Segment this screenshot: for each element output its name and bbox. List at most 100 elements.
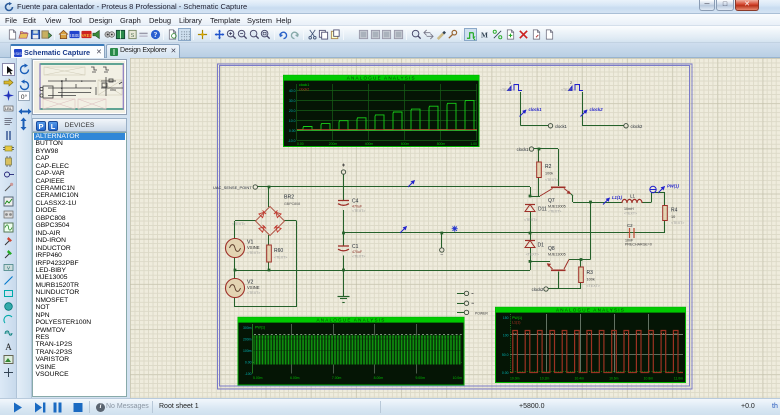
svg-text:<TEXT>: <TEXT>: [671, 221, 684, 225]
svg-text:MJE13005: MJE13005: [548, 205, 566, 209]
svg-text:20.0: 20.0: [289, 109, 296, 113]
svg-text:10.0: 10.0: [289, 119, 296, 123]
svg-text:100k: 100k: [545, 172, 553, 176]
svg-text:2: 2: [570, 81, 572, 85]
svg-text:10.6m: 10.6m: [609, 376, 619, 380]
svg-text:PW(1): PW(1): [667, 184, 679, 189]
svg-text:470uF: 470uF: [352, 250, 363, 254]
svg-text:40.0: 40.0: [289, 89, 296, 93]
svg-text:L1: L1: [630, 194, 635, 199]
svg-text:10.0m: 10.0m: [510, 376, 520, 380]
svg-text:0.00: 0.00: [502, 371, 509, 375]
svg-text:<TEXT>: <TEXT>: [352, 209, 365, 213]
svg-text:10.2m: 10.2m: [540, 376, 550, 380]
svg-text:M: M: [481, 30, 488, 39]
svg-text:400m: 400m: [365, 142, 374, 146]
svg-text:L1(1): L1(1): [612, 195, 623, 200]
svg-text:C2: C2: [627, 223, 633, 228]
svg-text:800m: 800m: [437, 142, 446, 146]
svg-text:clock1: clock1: [517, 147, 530, 152]
svg-text:<TEXT>: <TEXT>: [232, 222, 245, 226]
svg-text:ARES: ARES: [81, 32, 92, 37]
svg-text:10mH: 10mH: [624, 207, 634, 211]
svg-text:R4: R4: [671, 208, 678, 214]
svg-text:<TEXT>: <TEXT>: [526, 253, 539, 257]
svg-text:0.00: 0.00: [289, 129, 296, 133]
svg-text:D11: D11: [538, 207, 547, 213]
svg-text:R2: R2: [545, 164, 552, 170]
svg-text:-10.0: -10.0: [288, 139, 296, 143]
svg-text:BR2: BR2: [284, 195, 294, 201]
svg-text:S: S: [130, 32, 134, 38]
svg-text:<TEXT>: <TEXT>: [624, 212, 637, 216]
svg-text:<TEXT>: <TEXT>: [524, 218, 537, 222]
svg-text:<TEXT>: <TEXT>: [352, 255, 365, 259]
svg-text:150: 150: [503, 316, 509, 320]
svg-text:ANALOGUE ANALYSIS: ANALOGUE ANALYSIS: [556, 308, 625, 313]
svg-text:<TEXT>: <TEXT>: [587, 284, 600, 288]
svg-text:?: ?: [153, 30, 157, 39]
svg-text:<TEXT>: <TEXT>: [247, 251, 260, 255]
svg-text:clock1: clock1: [529, 107, 543, 112]
svg-text:300m: 300m: [243, 326, 252, 330]
svg-text:GBPC808: GBPC808: [284, 202, 300, 206]
svg-text:LBL: LBL: [5, 106, 13, 111]
svg-text:clock1: clock1: [299, 83, 309, 87]
svg-text:0.00: 0.00: [245, 361, 252, 365]
svg-text:10: 10: [671, 215, 675, 219]
svg-text:VSINE: VSINE: [247, 245, 260, 250]
svg-text:<TEXT>: <TEXT>: [247, 291, 260, 295]
svg-text:11.0m: 11.0m: [674, 376, 683, 380]
svg-text:D1: D1: [538, 243, 545, 249]
svg-text:Q7: Q7: [548, 198, 555, 204]
svg-text:1.00: 1.00: [470, 142, 477, 146]
svg-text:PRECHARGE=0: PRECHARGE=0: [625, 243, 652, 247]
svg-text:<TEXT>: <TEXT>: [561, 88, 574, 92]
svg-text:10.4m: 10.4m: [574, 376, 584, 380]
svg-text:200m: 200m: [243, 338, 252, 342]
svg-text:5.00m: 5.00m: [253, 376, 263, 380]
svg-text:PW(1): PW(1): [512, 316, 522, 320]
svg-text:7.00m: 7.00m: [332, 376, 342, 380]
svg-text:6.00m: 6.00m: [290, 376, 300, 380]
svg-text:ISIS: ISIS: [70, 32, 79, 37]
svg-text:L1(1): L1(1): [512, 321, 520, 325]
svg-text:9.00m: 9.00m: [415, 376, 425, 380]
svg-text:V: V: [7, 265, 10, 270]
svg-text:600m: 600m: [401, 142, 410, 146]
svg-text:clock2: clock2: [590, 107, 604, 112]
svg-text:clock2: clock2: [631, 124, 644, 129]
svg-text:<TEXT>: <TEXT>: [500, 88, 513, 92]
svg-text:50.0: 50.0: [502, 353, 509, 357]
svg-text:ANALOGUE ANALYSIS: ANALOGUE ANALYSIS: [316, 318, 385, 323]
svg-text:10.0m: 10.0m: [453, 376, 463, 380]
svg-text:UAC_SENSE_POINT: UAC_SENSE_POINT: [213, 185, 252, 190]
svg-text:200m: 200m: [329, 142, 338, 146]
svg-text:8.00m: 8.00m: [374, 376, 384, 380]
svg-text:R3: R3: [587, 270, 594, 276]
svg-text:ISIS: ISIS: [14, 51, 22, 56]
svg-text:clock1: clock1: [555, 124, 568, 129]
svg-text:30.0: 30.0: [289, 99, 296, 103]
svg-text:<TEXT>: <TEXT>: [274, 256, 287, 260]
svg-text:100k: 100k: [587, 278, 595, 282]
svg-text:POWER: POWER: [475, 311, 488, 315]
svg-text:R60: R60: [274, 248, 283, 254]
svg-text:MJE13005: MJE13005: [548, 253, 566, 257]
svg-text:-100: -100: [245, 372, 252, 376]
svg-text:VSINE: VSINE: [247, 285, 260, 290]
svg-text:clock2: clock2: [299, 88, 309, 92]
svg-text:100: 100: [503, 334, 509, 338]
svg-text:100m: 100m: [243, 349, 252, 353]
svg-text:0.00: 0.00: [297, 142, 304, 146]
svg-text:A: A: [5, 342, 12, 352]
svg-text:PW(1): PW(1): [255, 326, 265, 330]
svg-text:<TEXT>: <TEXT>: [548, 210, 561, 214]
svg-text:ANALOGUE ANALYSIS: ANALOGUE ANALYSIS: [347, 76, 416, 81]
svg-text:470uF: 470uF: [352, 205, 363, 209]
svg-text:clock2: clock2: [532, 287, 545, 292]
svg-text:10.8m: 10.8m: [644, 376, 654, 380]
svg-text:<TEXT>: <TEXT>: [545, 178, 558, 182]
svg-text:1: 1: [509, 81, 511, 85]
svg-text:Q8: Q8: [548, 246, 555, 252]
